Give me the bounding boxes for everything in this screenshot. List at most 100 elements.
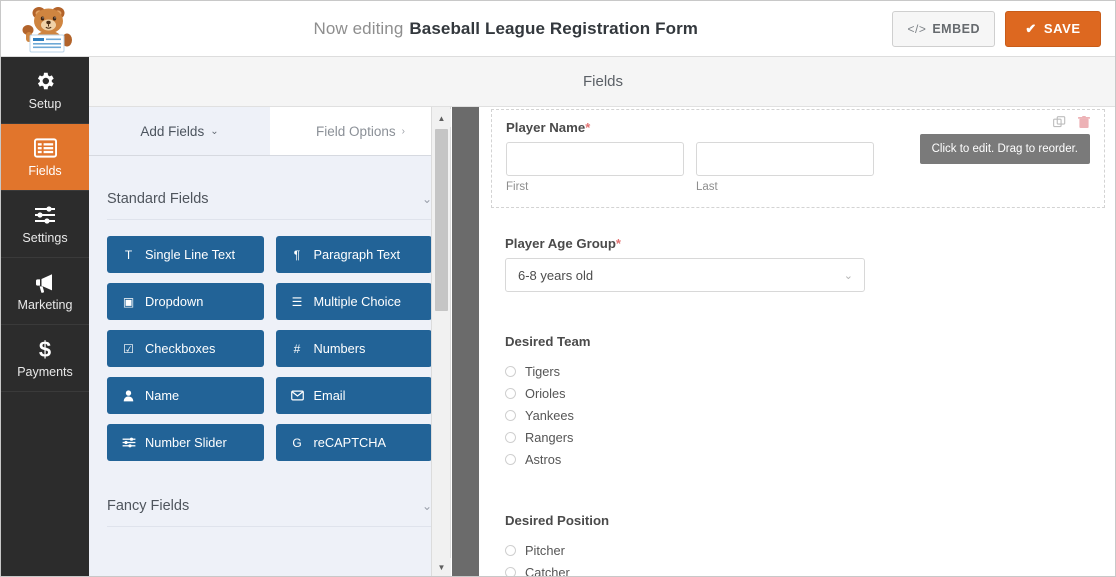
field-button-recaptcha[interactable]: G reCAPTCHA: [276, 424, 433, 461]
field-button-label: Numbers: [314, 341, 366, 356]
radio-option-label: Tigers: [525, 364, 560, 379]
radio-icon[interactable]: [505, 545, 516, 556]
dollar-sign-icon: $: [34, 337, 56, 361]
editing-title: Now editing Baseball League Registration…: [89, 1, 892, 57]
player-last-name-sublabel: Last: [696, 181, 874, 193]
chevron-right-icon: ›: [402, 126, 405, 137]
spacer: [505, 485, 1091, 503]
player-first-name-sublabel: First: [506, 181, 684, 193]
radio-option-tigers[interactable]: Tigers: [505, 361, 1091, 382]
field-button-paragraph-text[interactable]: ¶ Paragraph Text: [276, 236, 433, 273]
required-asterisk: *: [616, 236, 621, 251]
scroll-down-arrow-icon[interactable]: ▼: [432, 558, 451, 576]
form-builder-app: Now editing Baseball League Registration…: [0, 0, 1116, 577]
radio-option-yankees[interactable]: Yankees: [505, 405, 1091, 426]
radio-option-rangers[interactable]: Rangers: [505, 427, 1091, 448]
section-fancy-fields[interactable]: Fancy Fields ⌄: [107, 485, 432, 527]
field-button-checkboxes[interactable]: ☑ Checkboxes: [107, 330, 264, 367]
radio-icon[interactable]: [505, 410, 516, 421]
field-button-email[interactable]: Email: [276, 377, 433, 414]
desired-team-label: Desired Team: [505, 334, 1091, 349]
builder-section-header: Fields: [89, 57, 1116, 107]
radio-icon[interactable]: [505, 432, 516, 443]
field-button-label: Email: [314, 388, 346, 403]
preview-field-player-age-group[interactable]: Player Age Group* 6-8 years old ⌄: [491, 226, 1105, 306]
sidebar-item-settings[interactable]: Settings: [1, 191, 89, 258]
tab-add-fields-label: Add Fields: [140, 124, 204, 139]
wpforms-bear-mascot-logo-icon: [14, 4, 76, 54]
radio-icon[interactable]: [505, 388, 516, 399]
sidebar-item-label: Settings: [22, 231, 67, 245]
megaphone-icon: [33, 270, 57, 294]
scroll-up-arrow-icon[interactable]: ▲: [432, 109, 451, 127]
field-button-label: Multiple Choice: [314, 294, 402, 309]
radio-option-catcher[interactable]: Catcher: [505, 562, 1091, 577]
preview-field-desired-position[interactable]: Desired Position Pitcher Catcher Outfiel…: [491, 503, 1105, 577]
player-name-label-text: Player Name: [506, 120, 585, 135]
radio-option-label: Rangers: [525, 430, 573, 445]
sidebar-item-marketing[interactable]: Marketing: [1, 258, 89, 325]
sidebar-item-label: Payments: [17, 365, 73, 379]
preview-field-desired-team[interactable]: Desired Team Tigers Orioles Yankees Rang…: [491, 324, 1105, 485]
field-button-label: reCAPTCHA: [314, 435, 387, 450]
spacer: [505, 306, 1091, 324]
radio-option-pitcher[interactable]: Pitcher: [505, 540, 1091, 561]
tab-add-fields[interactable]: Add Fields ⌄: [89, 107, 270, 156]
section-fancy-fields-label: Fancy Fields: [107, 498, 189, 514]
radio-icon[interactable]: [505, 366, 516, 377]
checkmark-icon: ✔: [1025, 21, 1037, 37]
field-button-dropdown[interactable]: ▣ Dropdown: [107, 283, 264, 320]
left-nav: Setup Fields: [1, 57, 89, 577]
google-g-icon: G: [290, 436, 305, 450]
top-bar: Now editing Baseball League Registration…: [1, 1, 1116, 57]
player-first-name-input[interactable]: [506, 142, 684, 176]
logo: [1, 1, 89, 57]
radio-option-astros[interactable]: Astros: [505, 449, 1091, 470]
section-standard-fields[interactable]: Standard Fields ⌄: [107, 178, 432, 220]
radio-icon[interactable]: [505, 567, 516, 577]
panel-tabs: Add Fields ⌄ Field Options ›: [89, 107, 451, 156]
text-cursor-icon: T: [121, 248, 136, 262]
paragraph-icon: ¶: [290, 248, 305, 262]
save-button-label: SAVE: [1044, 21, 1081, 36]
radio-option-orioles[interactable]: Orioles: [505, 383, 1091, 404]
sidebar-item-setup[interactable]: Setup: [1, 57, 89, 124]
embed-button-label: EMBED: [932, 22, 980, 36]
scrollbar-thumb[interactable]: [435, 129, 448, 311]
sidebar-item-fields[interactable]: Fields: [1, 124, 89, 191]
trash-icon[interactable]: [1078, 116, 1090, 134]
field-button-name[interactable]: Name: [107, 377, 264, 414]
top-actions: </> EMBED ✔ SAVE: [892, 11, 1116, 47]
radio-option-label: Catcher: [525, 565, 570, 577]
field-button-single-line-text[interactable]: T Single Line Text: [107, 236, 264, 273]
field-tooltip: Click to edit. Drag to reorder.: [920, 134, 1090, 164]
add-fields-panel: Add Fields ⌄ Field Options › Standard Fi…: [89, 107, 451, 577]
embed-button[interactable]: </> EMBED: [892, 11, 995, 47]
radio-option-label: Orioles: [525, 386, 566, 401]
dropdown-icon: ▣: [121, 295, 136, 309]
player-last-name-input[interactable]: [696, 142, 874, 176]
sidebar-item-label: Marketing: [18, 298, 73, 312]
radio-icon[interactable]: [505, 454, 516, 465]
tab-field-options-label: Field Options: [316, 124, 396, 139]
sidebar-item-payments[interactable]: $ Payments: [1, 325, 89, 392]
user-icon: [121, 390, 136, 402]
desired-position-label: Desired Position: [505, 513, 1091, 528]
save-button[interactable]: ✔ SAVE: [1005, 11, 1101, 47]
gear-icon: [34, 69, 56, 93]
field-button-multiple-choice[interactable]: ☰ Multiple Choice: [276, 283, 433, 320]
radio-option-label: Astros: [525, 452, 561, 467]
field-button-numbers[interactable]: # Numbers: [276, 330, 433, 367]
tab-field-options[interactable]: Field Options ›: [270, 107, 451, 156]
preview-field-player-name[interactable]: Click to edit. Drag to reorder. Player N…: [491, 109, 1105, 208]
duplicate-icon[interactable]: [1053, 116, 1066, 134]
list-icon: ☰: [290, 295, 305, 309]
section-standard-fields-label: Standard Fields: [107, 191, 209, 207]
field-button-label: Number Slider: [145, 435, 227, 450]
player-age-group-select[interactable]: 6-8 years old ⌄: [505, 258, 865, 292]
panel-scrollbar[interactable]: ▲ ▼: [431, 107, 451, 577]
hash-icon: #: [290, 342, 305, 356]
field-button-label: Checkboxes: [145, 341, 215, 356]
player-name-label: Player Name*: [506, 120, 1090, 135]
field-button-number-slider[interactable]: Number Slider: [107, 424, 264, 461]
